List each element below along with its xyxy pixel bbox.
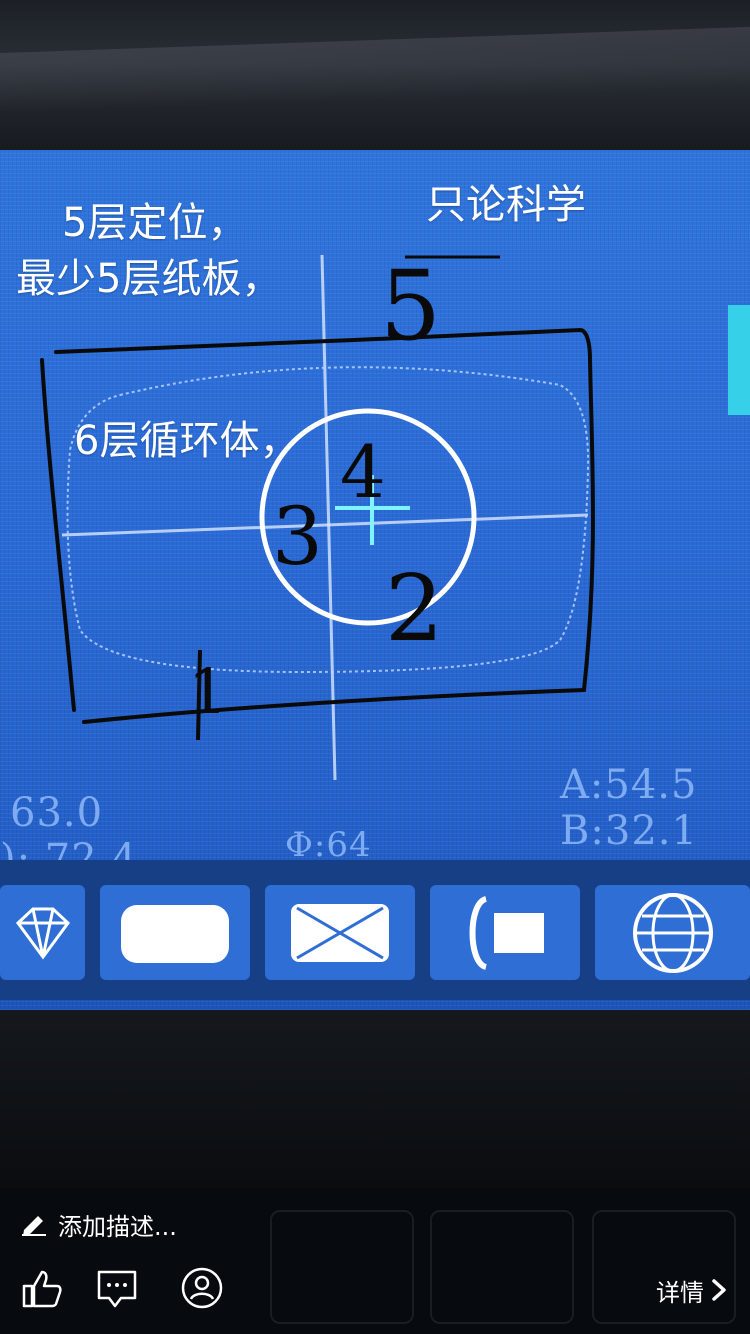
profile-icon[interactable] bbox=[180, 1266, 224, 1310]
device-button-clamp[interactable] bbox=[430, 885, 580, 980]
chevron-right-icon bbox=[712, 1279, 726, 1301]
add-description-button[interactable]: 添加描述... bbox=[20, 1204, 177, 1244]
readout-center: Φ:64 bbox=[285, 825, 372, 865]
device-bottom-bezel bbox=[0, 1010, 750, 1190]
handwritten-digit-5: 5 bbox=[380, 250, 442, 362]
ghost-button bbox=[270, 1210, 414, 1324]
crossed-box-icon bbox=[291, 903, 389, 962]
handwritten-digit-2: 2 bbox=[385, 555, 444, 662]
handwritten-digit-3: 3 bbox=[272, 490, 323, 583]
caption-line-2: 最少5层纸板， bbox=[16, 256, 282, 302]
horizontal-guide-line bbox=[61, 513, 589, 537]
readout-right-top: A:54.5 bbox=[560, 762, 698, 808]
ghost-button bbox=[430, 1210, 574, 1324]
like-icon[interactable] bbox=[20, 1266, 64, 1310]
add-description-label: 添加描述... bbox=[58, 1212, 177, 1241]
readout-right-bottom: B:32.1 bbox=[560, 808, 698, 854]
handwritten-digit-4: 4 bbox=[340, 430, 386, 514]
globe-icon bbox=[632, 892, 713, 973]
edit-icon bbox=[22, 1216, 46, 1236]
details-button[interactable]: 详情 bbox=[656, 1270, 728, 1310]
caption-top-right: 只论科学 bbox=[426, 182, 586, 228]
device-button-globe[interactable] bbox=[595, 885, 750, 980]
clamp-icon bbox=[469, 895, 544, 970]
rounded-rect-icon bbox=[121, 904, 229, 963]
comment-icon[interactable] bbox=[95, 1266, 139, 1310]
details-label: 详情 bbox=[656, 1278, 704, 1307]
handwritten-digit-1: 1 bbox=[188, 655, 228, 728]
readout-left-top: 63.0 bbox=[10, 790, 104, 836]
caption-middle: 6层循环体， bbox=[74, 418, 300, 464]
device-button-cancel[interactable] bbox=[265, 885, 415, 980]
caption-line-1: 5层定位， bbox=[62, 200, 248, 246]
diamond-icon bbox=[15, 907, 70, 960]
device-button-frame[interactable] bbox=[100, 885, 250, 980]
device-button-diamond[interactable] bbox=[0, 885, 85, 980]
